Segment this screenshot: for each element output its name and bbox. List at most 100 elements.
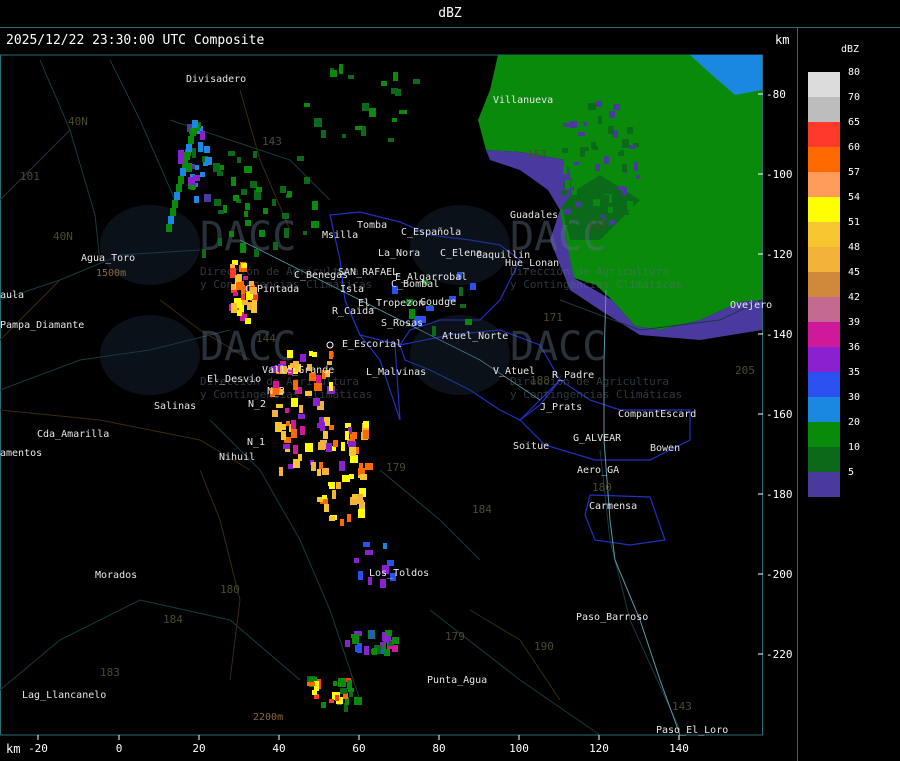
place-label-j_prats: J_Prats (540, 402, 582, 413)
echo-cell-10-68 (624, 215, 631, 222)
echo-band-west-6 (180, 168, 186, 176)
echo-cell-6-6 (240, 243, 246, 253)
echo-cell-2-34 (281, 431, 286, 440)
echo-cell-5-18 (354, 697, 362, 705)
echo-cell-9-2 (363, 542, 370, 547)
x-tick-label-80: 80 (432, 742, 445, 755)
legend-swatch-51 (808, 222, 840, 247)
legend-label-45: 45 (848, 267, 861, 278)
echo-cell-3-30 (340, 519, 344, 526)
route-number-1: 40N (68, 115, 88, 128)
echo-cell-5-22 (307, 682, 315, 686)
echo-cell-1-18 (237, 310, 242, 316)
echo-cell-6-10 (287, 191, 292, 197)
echo-cell-10-77 (633, 117, 639, 123)
place-label-c_pintada: C_Pintada (245, 284, 299, 295)
echo-cell-3-33 (319, 442, 324, 449)
echo-cell-0-12 (204, 146, 210, 153)
echo-cell-10-74 (561, 190, 567, 195)
echo-cell-6-3 (245, 220, 251, 226)
legend-swatch-39 (808, 322, 840, 347)
echo-cell-3-5 (339, 461, 345, 471)
elevation-label-1: 1500m (96, 268, 126, 279)
echo-cell-10-30 (604, 156, 609, 164)
echo-cell-10-58 (627, 201, 633, 210)
legend-label-30: 30 (848, 392, 861, 403)
echo-cell-5-14 (335, 695, 339, 701)
echo-cell-10-66 (634, 162, 638, 171)
echo-cell-6-33 (273, 242, 278, 250)
place-label-c_bombal: C_Bombal (391, 279, 439, 290)
echo-cell-1-36 (236, 281, 244, 290)
echo-cell-5-23 (312, 690, 317, 695)
legend-title: dBZ (841, 44, 860, 55)
echo-cell-6-36 (202, 249, 206, 258)
title-bar: dBZ (0, 0, 900, 28)
echo-band-west-13 (166, 224, 172, 232)
echo-cell-4-23 (385, 630, 392, 636)
echo-cell-2-45 (275, 422, 282, 432)
echo-band-west-12 (168, 216, 174, 224)
window-title: dBZ (438, 6, 462, 21)
echo-cell-3-36 (360, 474, 367, 480)
echo-cell-3-26 (326, 443, 332, 452)
echo-cell-9-6 (358, 571, 363, 580)
legend-label-60: 60 (848, 142, 861, 153)
echo-cell-2-11 (323, 431, 328, 439)
echo-cell-0-15 (204, 194, 211, 202)
place-label-villanueva: Villanueva (493, 95, 553, 106)
echo-cell-3-29 (358, 509, 365, 518)
echo-cell-10-72 (618, 186, 624, 190)
echo-cell-7-8 (362, 103, 369, 111)
echo-cell-10-71 (587, 186, 594, 193)
echo-cell-9-0 (380, 579, 386, 588)
echo-cell-2-14 (283, 444, 290, 449)
echo-cell-10-60 (595, 164, 600, 171)
y-tick-label--180: -180 (766, 488, 793, 501)
echo-cell-6-11 (214, 199, 221, 206)
place-label-pampa_diamante: Pampa_Diamante (0, 320, 84, 331)
km-unit-right: km (775, 33, 790, 47)
legend-swatch-48 (808, 247, 840, 272)
echo-cell-10-76 (608, 207, 613, 213)
echo-cell-2-37 (316, 375, 321, 383)
echo-cell-10-18 (570, 172, 577, 178)
radar-site-marker (326, 341, 334, 349)
radar-map[interactable]: DACCDirección de Agriculturay Contingenc… (0, 28, 797, 761)
x-tick-label-120: 120 (589, 742, 609, 755)
place-label-los_toldos: Los_Toldos (369, 568, 429, 579)
echo-cell-4-15 (392, 637, 399, 644)
legend-swatch-42 (808, 297, 840, 322)
echo-cell-6-21 (241, 189, 247, 195)
y-tick-label--80: -80 (766, 88, 786, 101)
echo-cell-1-39 (242, 300, 248, 305)
echo-cell-10-21 (562, 148, 568, 153)
echo-cell-3-19 (363, 421, 369, 428)
legend-label-65: 65 (848, 117, 861, 128)
echo-cell-6-39 (228, 151, 235, 156)
route-number-3: 40N (53, 230, 73, 243)
x-tick-label-60: 60 (352, 742, 365, 755)
legend-swatch-80 (808, 72, 840, 97)
echo-cell-6-12 (229, 231, 234, 237)
route-number-4: 153 (527, 148, 547, 161)
watermark-brand-3: DACC (510, 324, 606, 370)
echo-cell-6-19 (256, 187, 262, 192)
edge-label-1: amentos (0, 448, 42, 459)
place-label-morados: Morados (95, 570, 137, 581)
place-label-carmensa: Carmensa (589, 501, 637, 512)
route-number-2: 101 (20, 170, 40, 183)
echo-cell-3-17 (341, 442, 345, 451)
place-label-atuel_norte: Atuel_Norte (442, 331, 508, 342)
echo-cell-7-5 (348, 75, 354, 79)
place-label-msilla: Msilla (322, 230, 358, 241)
echo-cell-2-61 (291, 398, 298, 407)
echo-cell-2-15 (276, 404, 283, 408)
echo-cell-10-13 (575, 202, 582, 207)
echo-cell-6-31 (218, 210, 224, 214)
echo-cell-3-40 (350, 455, 358, 463)
route-number-5: 144 (256, 332, 276, 345)
echo-cell-2-40 (317, 469, 321, 476)
echo-cell-10-37 (624, 135, 629, 139)
echo-cell-10-51 (579, 174, 585, 183)
